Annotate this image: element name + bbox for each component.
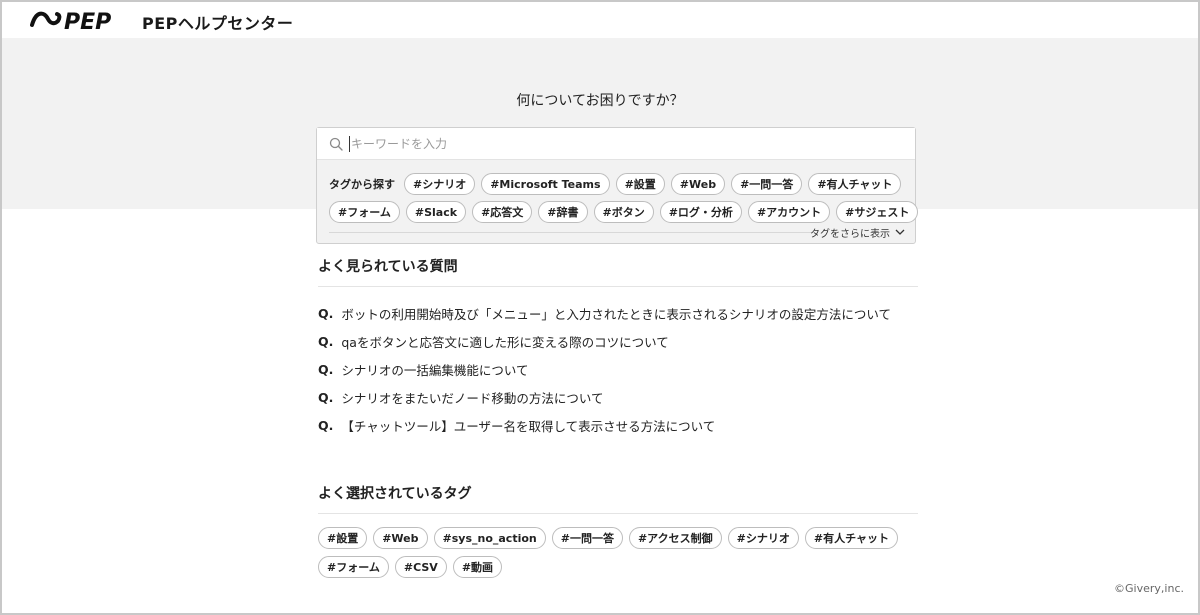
faq-item[interactable]: Q. シナリオをまたいだノード移動の方法について (318, 383, 918, 411)
faq-q-prefix: Q. (318, 361, 334, 377)
search-panel: タグから探す #シナリオ#Microsoft Teams#設置#Web#一問一答… (316, 127, 919, 244)
tag-chip[interactable]: #応答文 (472, 201, 533, 223)
panel-divider (329, 232, 812, 233)
search-icon (329, 137, 343, 151)
faq-question-text: シナリオをまたいだノード移動の方法について (341, 390, 604, 406)
tag-chip[interactable]: #Microsoft Teams (481, 173, 610, 195)
popular-tag-row-2: #フォーム #CSV #動画 (318, 555, 918, 579)
popular-tag-row-1: #設置 #Web #sys_no_action #一問一答 #アクセス制御 #シナリオ #有… (318, 526, 918, 550)
tag-chip[interactable]: #一問一答 (731, 173, 803, 195)
popular-tags-title: よく選択されているタグ (318, 486, 472, 502)
tag-chip[interactable]: #有人チャット (808, 173, 902, 195)
tag-chip[interactable]: #一問一答 (551, 527, 623, 549)
tag-chip[interactable]: #動画 (452, 556, 503, 578)
popular-tags-grid: #設置 #Web #sys_no_action #一問一答 #アクセス制御 #シナリオ #有… (318, 526, 918, 579)
tag-chip[interactable]: #Slack (405, 201, 467, 223)
faq-question-text: シナリオの一括編集機能について (341, 362, 529, 378)
search-input[interactable] (350, 130, 890, 157)
faq-list: Q. ボットの利用開始時及び「メニュー」と入力されたときに表示されるシナリオの設定… (318, 299, 918, 439)
tag-search-label: タグから探す (329, 178, 395, 191)
faq-title: よく見られている質問 (318, 259, 458, 275)
tag-chip[interactable]: #フォーム (329, 201, 400, 223)
pep-logo[interactable]: PEP (30, 7, 130, 33)
tag-chip[interactable]: #アカウント (747, 201, 831, 223)
faq-question-text: qaをボタンと応答文に適した形に変える際のコツについて (341, 334, 669, 350)
popular-tags-section: よく選択されているタグ #設置 #Web #sys_no_action #一問一答 #ア… (318, 483, 918, 584)
tag-search: タグから探す #シナリオ #Microsoft Teams #設置 #Web #一問一答… (329, 172, 919, 228)
header: PEP PEPヘルプセンター (2, 2, 1198, 38)
tag-chip[interactable]: #Web (670, 173, 726, 195)
search-box[interactable] (317, 128, 915, 160)
site-title[interactable]: PEPヘルプセンター (142, 10, 293, 34)
more-tags-label: タグをさらに表示 (810, 229, 890, 240)
faq-section: よく見られている質問 Q. ボットの利用開始時及び「メニュー」と入力されたときに表… (318, 256, 918, 439)
faq-item[interactable]: Q. qaをボタンと応答文に適した形に変える際のコツについて (318, 327, 918, 355)
tag-chip[interactable]: #有人チャット (804, 527, 898, 549)
faq-q-prefix: Q. (318, 305, 334, 321)
tag-row-2: #フォーム #Slack #応答文 #辞書 #ボタン #ログ・分析 #アカウント #サジェスト (329, 200, 919, 224)
tag-chip[interactable]: #ボタン (593, 201, 654, 223)
tag-chip[interactable]: #アクセス制御 (628, 527, 722, 549)
faq-q-prefix: Q. (318, 333, 334, 349)
faq-question-text: ボットの利用開始時及び「メニュー」と入力されたときに表示されるシナリオの設定方法… (341, 306, 892, 322)
copyright: ©Givery,inc. (1114, 582, 1184, 595)
tag-row-1: タグから探す #シナリオ #Microsoft Teams #設置 #Web #一問一答… (329, 172, 909, 196)
tag-chip[interactable]: #フォーム (318, 556, 389, 578)
tag-chip[interactable]: #設置 (318, 527, 368, 549)
tag-chip[interactable]: #sys_no_action (433, 527, 546, 549)
faq-item[interactable]: Q. ボットの利用開始時及び「メニュー」と入力されたときに表示されるシナリオの設定… (318, 299, 918, 327)
logo-text: PEP (64, 10, 111, 33)
tag-chip[interactable]: #シナリオ (727, 527, 799, 549)
faq-item[interactable]: Q. 【チャットツール】ユーザー名を取得して表示させる方法について (318, 411, 918, 439)
faq-item[interactable]: Q. シナリオの一括編集機能について (318, 355, 918, 383)
chevron-down-icon (895, 229, 905, 235)
tag-chip[interactable]: #CSV (394, 556, 447, 578)
tag-chip[interactable]: #辞書 (538, 201, 588, 223)
faq-question-text: 【チャットツール】ユーザー名を取得して表示させる方法について (341, 418, 716, 434)
hero-title: 何についてお困りですか？ (516, 93, 684, 109)
more-tags-button[interactable]: タグをさらに表示 (810, 225, 905, 240)
tag-chip[interactable]: #設置 (615, 173, 665, 195)
tag-chip[interactable]: #Web (373, 527, 428, 549)
faq-q-prefix: Q. (318, 389, 334, 405)
tag-chip[interactable]: #サジェスト (836, 201, 919, 223)
divider (318, 286, 918, 287)
tag-chip[interactable]: #ログ・分析 (659, 201, 742, 223)
page-frame: PEP PEPヘルプセンター 何についてお困りですか？ タグから探す #シナリオ… (0, 0, 1200, 615)
faq-q-prefix: Q. (318, 417, 334, 433)
tag-chip[interactable]: #シナリオ (404, 173, 476, 195)
divider (318, 513, 918, 514)
